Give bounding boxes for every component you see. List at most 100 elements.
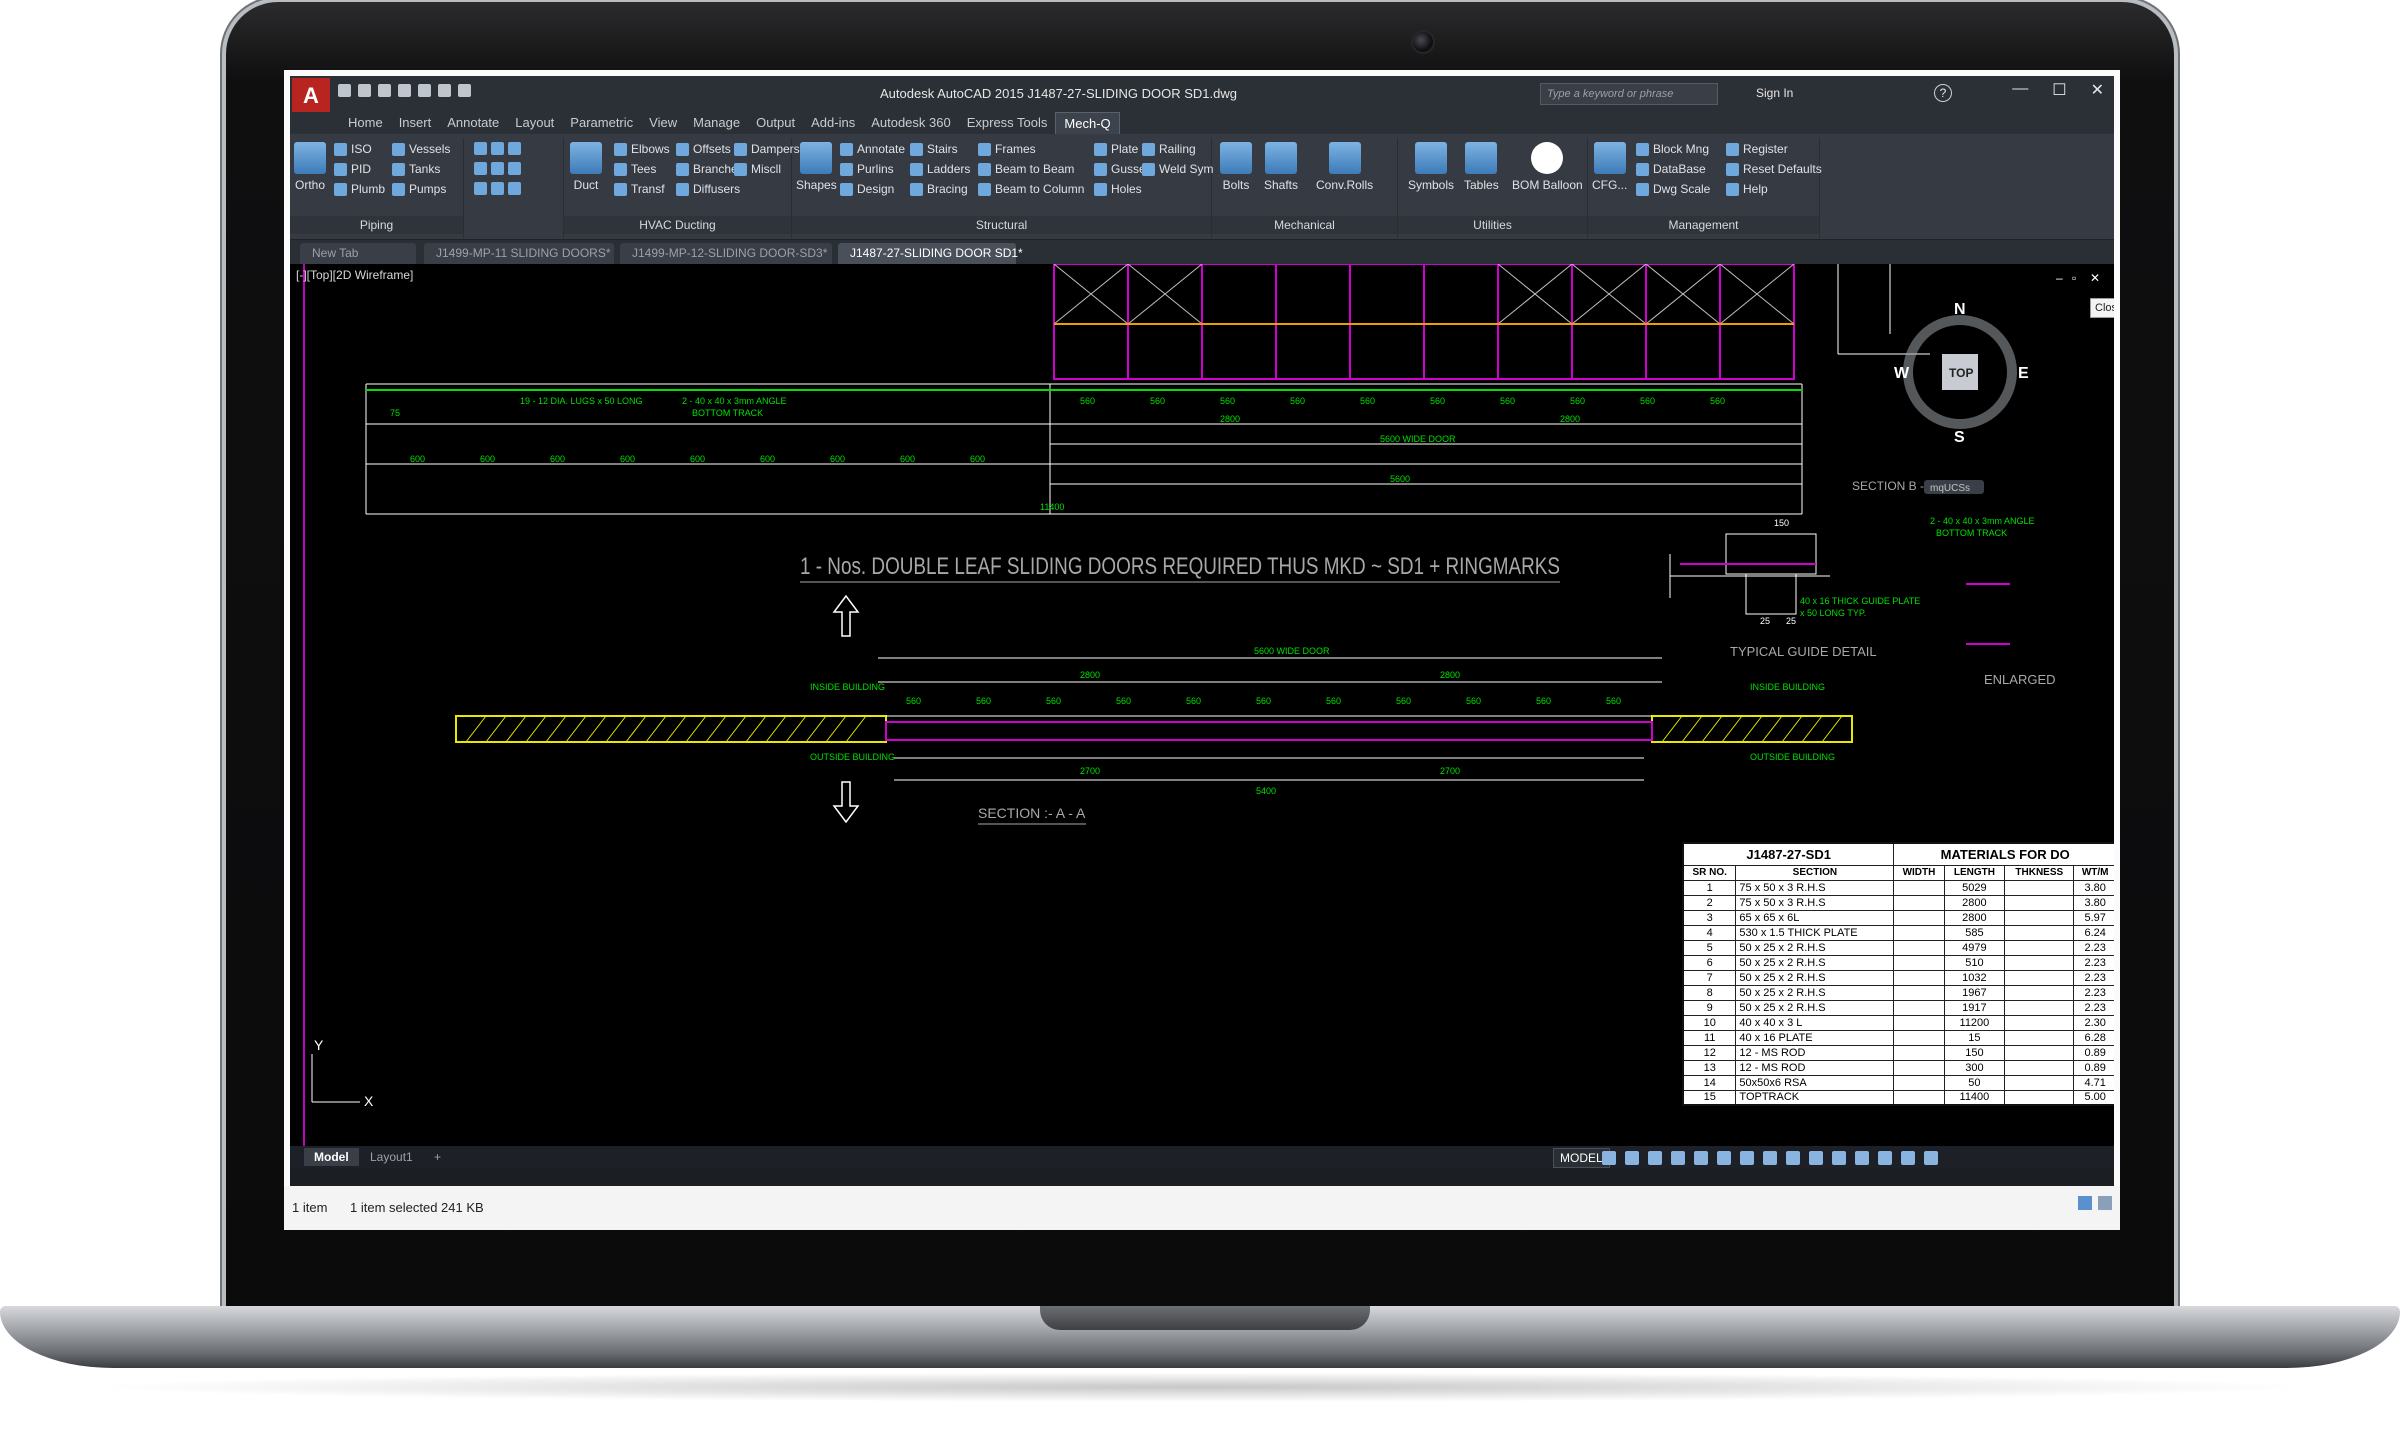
symbols-button[interactable]: Symbols — [1408, 142, 1454, 192]
tab-autodesk-360[interactable]: Autodesk 360 — [863, 112, 959, 134]
transparency-icon[interactable] — [1763, 1151, 1777, 1165]
tab-manage[interactable]: Manage — [685, 112, 748, 134]
annotate-button[interactable]: Annotate — [840, 142, 905, 156]
viewport-label[interactable]: [-][Top][2D Wireframe] — [296, 268, 413, 282]
transf-button[interactable]: Transf — [614, 182, 665, 196]
viewport-minimize-icon[interactable]: – — [2056, 271, 2063, 285]
help-icon[interactable]: ? — [1934, 84, 1952, 102]
frames-button[interactable]: Frames — [978, 142, 1036, 156]
open-icon[interactable] — [358, 84, 371, 97]
railing-button[interactable]: Railing — [1142, 142, 1196, 156]
plus-icon[interactable] — [1832, 1151, 1846, 1165]
isolate-icon[interactable] — [1855, 1151, 1869, 1165]
tab-annotate[interactable]: Annotate — [439, 112, 507, 134]
piping-tool-icon[interactable] — [474, 142, 521, 155]
conv-rolls-button[interactable]: Conv.Rolls — [1316, 142, 1373, 192]
snap-icon[interactable] — [1625, 1151, 1639, 1165]
piping-tool-icon[interactable] — [474, 162, 521, 175]
tab-add-ins[interactable]: Add-ins — [803, 112, 863, 134]
tab-parametric[interactable]: Parametric — [562, 112, 641, 134]
minimize-button[interactable]: — — [2012, 80, 2028, 100]
tab-output[interactable]: Output — [748, 112, 803, 134]
ladders-button[interactable]: Ladders — [910, 162, 970, 176]
polar-icon[interactable] — [1671, 1151, 1685, 1165]
file-tab-new[interactable]: New Tab — [300, 243, 416, 264]
close-button[interactable]: ✕ — [2091, 80, 2104, 100]
undo-icon[interactable] — [438, 84, 451, 97]
ortho-button[interactable]: Ortho — [294, 142, 326, 192]
viewport-close-icon[interactable]: ✕ — [2090, 271, 2100, 285]
dwg-scale-button[interactable]: Dwg Scale — [1636, 182, 1710, 196]
save-icon[interactable] — [378, 84, 391, 97]
dampers-button[interactable]: Dampers — [734, 142, 800, 156]
tab-mech-q[interactable]: Mech-Q — [1055, 112, 1120, 134]
viewcube-top[interactable]: TOP — [1949, 366, 1973, 380]
bolts-button[interactable]: Bolts — [1220, 142, 1252, 192]
stairs-button[interactable]: Stairs — [910, 142, 958, 156]
sign-in-button[interactable]: Sign In — [1756, 86, 1793, 100]
lineweight-icon[interactable] — [1740, 1151, 1754, 1165]
tanks-button[interactable]: Tanks — [392, 162, 440, 176]
file-tab-mp12[interactable]: J1499-MP-12-SLIDING DOOR-SD3* — [620, 243, 832, 264]
help-button[interactable]: Help — [1726, 182, 1768, 196]
tab-model[interactable]: Model — [304, 1148, 359, 1166]
search-input[interactable]: Type a keyword or phrase — [1540, 83, 1718, 105]
bracing-button[interactable]: Bracing — [910, 182, 968, 196]
hardware-icon[interactable] — [1878, 1151, 1892, 1165]
tab-layout[interactable]: Layout — [507, 112, 562, 134]
clean-screen-icon[interactable] — [1901, 1151, 1915, 1165]
customize-icon[interactable] — [1924, 1151, 1938, 1165]
gusset-button[interactable]: Gusset — [1094, 162, 1149, 176]
annotation-icon[interactable] — [1786, 1151, 1800, 1165]
redo-icon[interactable] — [458, 84, 471, 97]
duct-button[interactable]: Duct — [570, 142, 602, 192]
new-icon[interactable] — [338, 84, 351, 97]
osnap-icon[interactable] — [1694, 1151, 1708, 1165]
large-icons-view-icon[interactable] — [2098, 1196, 2112, 1210]
file-tab-sd1[interactable]: J1487-27-SLIDING DOOR SD1* — [838, 243, 1023, 264]
ortho-mode-icon[interactable] — [1648, 1151, 1662, 1165]
beam-to-beam-button[interactable]: Beam to Beam — [978, 162, 1074, 176]
plate-button[interactable]: Plate — [1094, 142, 1138, 156]
database-button[interactable]: DataBase — [1636, 162, 1706, 176]
save-as-icon[interactable] — [398, 84, 411, 97]
plumb-button[interactable]: Plumb — [334, 182, 385, 196]
bom-balloon-button[interactable]: BOM Balloon — [1512, 142, 1583, 192]
shapes-button[interactable]: Shapes — [796, 142, 837, 192]
vessels-button[interactable]: Vessels — [392, 142, 450, 156]
beam-to-column-button[interactable]: Beam to Column — [978, 182, 1084, 196]
reset-defaults-button[interactable]: Reset Defaults — [1726, 162, 1822, 176]
elbows-button[interactable]: Elbows — [614, 142, 670, 156]
print-icon[interactable] — [418, 84, 431, 97]
purlins-button[interactable]: Purlins — [840, 162, 894, 176]
miscll-button[interactable]: Miscll — [734, 162, 781, 176]
design-button[interactable]: Design — [840, 182, 894, 196]
workspace-icon[interactable] — [1809, 1151, 1823, 1165]
iso-button[interactable]: ISO — [334, 142, 372, 156]
tab-home[interactable]: Home — [340, 112, 391, 134]
diffusers-button[interactable]: Diffusers — [676, 182, 740, 196]
cfg-button[interactable]: CFG... — [1592, 142, 1627, 192]
add-layout-button[interactable]: + — [424, 1148, 451, 1166]
piping-tool-icon[interactable] — [474, 182, 521, 195]
tab-express-tools[interactable]: Express Tools — [959, 112, 1056, 134]
shafts-button[interactable]: Shafts — [1264, 142, 1298, 192]
pumps-button[interactable]: Pumps — [392, 182, 446, 196]
offsets-button[interactable]: Offsets — [676, 142, 731, 156]
tables-button[interactable]: Tables — [1464, 142, 1499, 192]
register-button[interactable]: Register — [1726, 142, 1788, 156]
tab-layout1[interactable]: Layout1 — [360, 1148, 423, 1166]
holes-button[interactable]: Holes — [1094, 182, 1142, 196]
file-tab-mp11[interactable]: J1499-MP-11 SLIDING DOORS* — [424, 243, 614, 264]
tees-button[interactable]: Tees — [614, 162, 656, 176]
tab-insert[interactable]: Insert — [391, 112, 440, 134]
grid-icon[interactable] — [1602, 1151, 1616, 1165]
details-view-icon[interactable] — [2078, 1196, 2092, 1210]
weld-sym-button[interactable]: Weld Sym — [1142, 162, 1213, 176]
otrack-icon[interactable] — [1717, 1151, 1731, 1165]
tab-view[interactable]: View — [641, 112, 685, 134]
drawing-canvas[interactable]: 75 19 - 12 DIA. LUGS x 50 LONG 2 - 40 x … — [290, 264, 2114, 1146]
pid-button[interactable]: PID — [334, 162, 371, 176]
application-menu-button[interactable]: A — [292, 78, 330, 114]
maximize-button[interactable]: ☐ — [2052, 80, 2066, 100]
